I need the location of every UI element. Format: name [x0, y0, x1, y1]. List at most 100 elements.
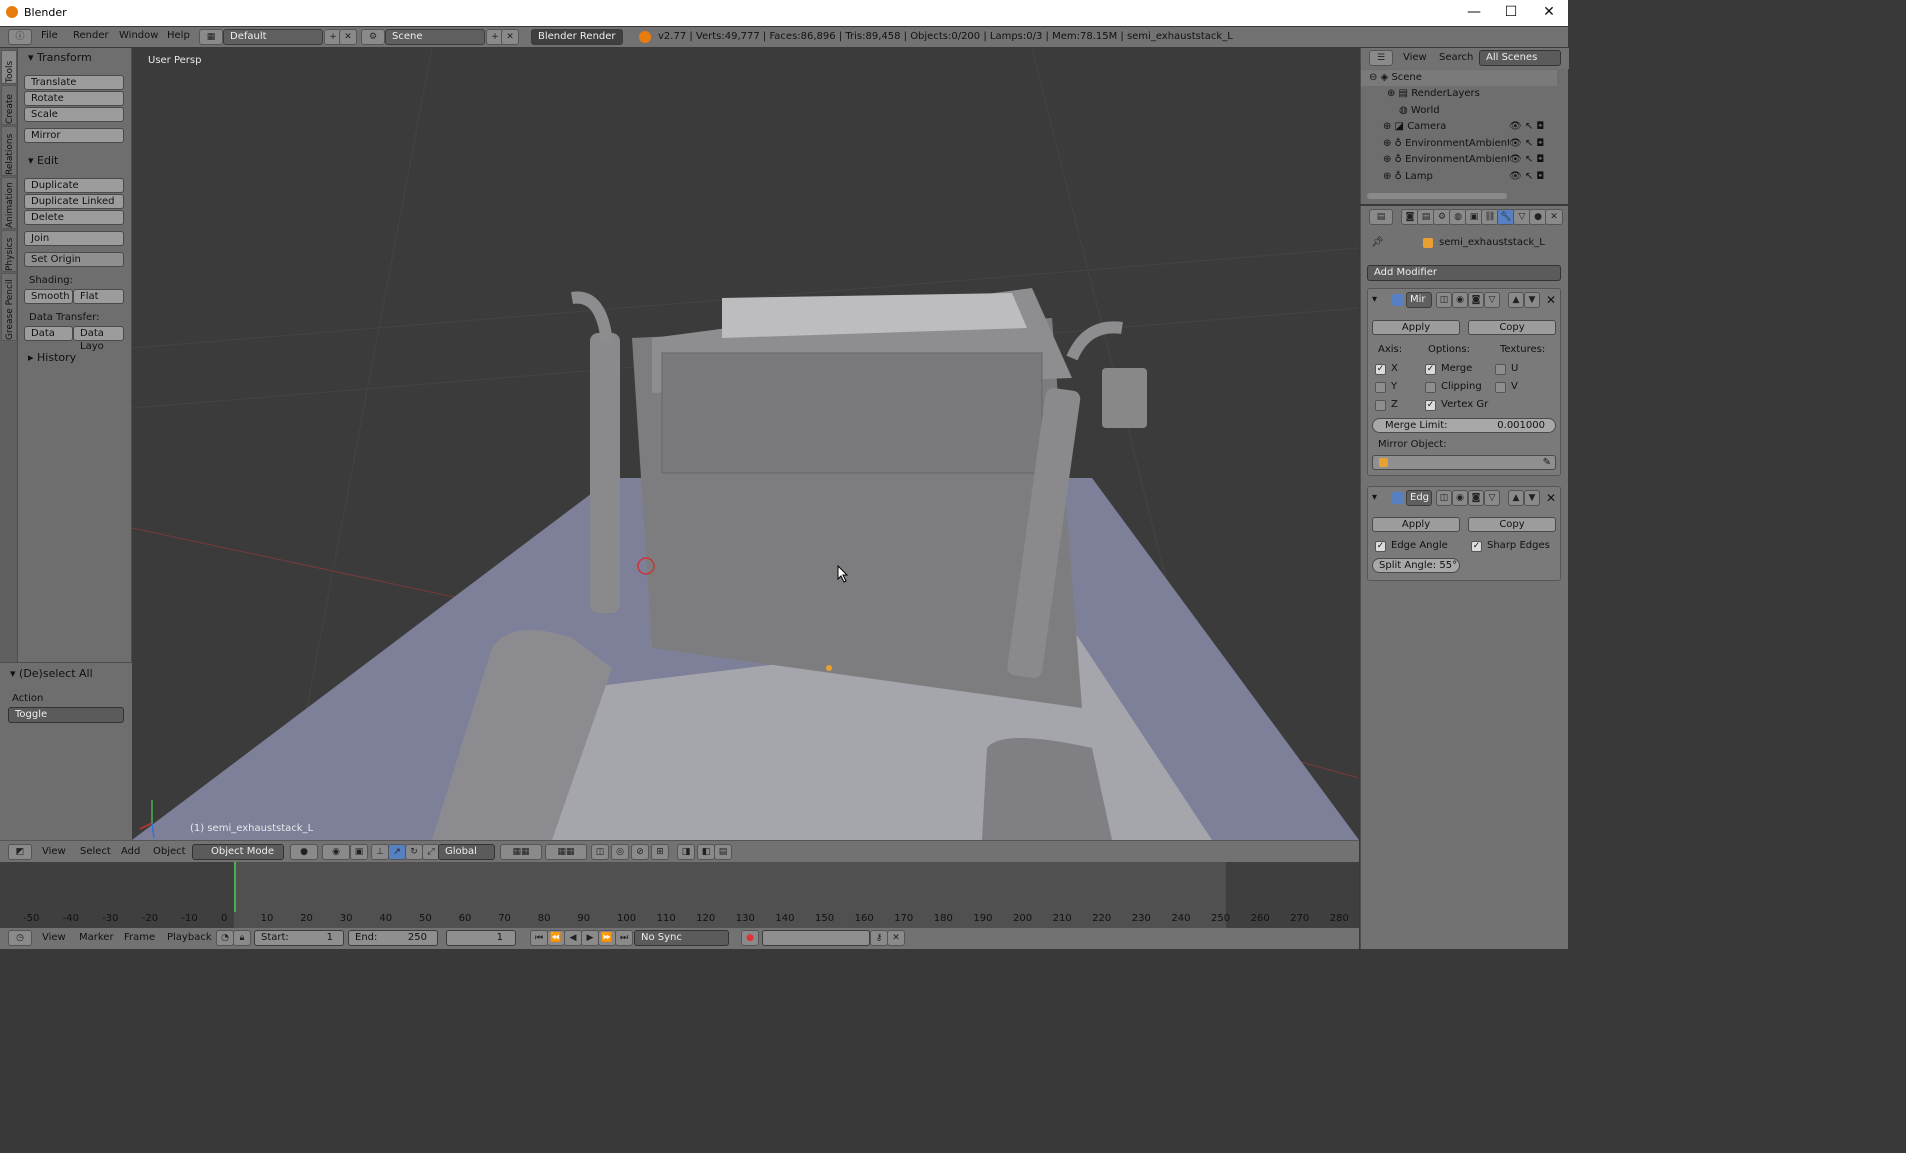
jump-keyframe-forward-icon[interactable]: ⏩ — [598, 930, 616, 946]
editor-type-outliner-icon[interactable]: ☰ — [1369, 50, 1393, 66]
timeline-menu-frame[interactable]: Frame — [124, 932, 155, 943]
delete-button[interactable]: Delete — [24, 210, 124, 225]
mirror-button[interactable]: Mirror — [24, 128, 124, 143]
merge-checkbox[interactable]: ✓ — [1425, 364, 1436, 375]
menu-add[interactable]: Add — [121, 846, 140, 857]
mirror-cage-icon[interactable]: ▽ — [1484, 292, 1500, 308]
edit-panel-header[interactable]: ▾ Edit — [28, 154, 58, 167]
action-select[interactable]: Toggle — [8, 707, 124, 723]
scale-button[interactable]: Scale — [24, 107, 124, 122]
data-transfer-data-button[interactable]: Data — [24, 326, 73, 341]
move-up-icon[interactable]: ▲ — [1508, 292, 1524, 308]
close-window-button[interactable]: ✕ — [1530, 0, 1568, 26]
transform-orientation-select[interactable]: Global — [438, 844, 495, 860]
remove-edge-split-icon[interactable]: ✕ — [1546, 491, 1556, 505]
start-frame-field[interactable]: Start: 1 — [254, 930, 344, 946]
lock-camera-icon[interactable]: ◫ — [591, 844, 609, 860]
editor-type-timeline-icon[interactable]: ◷ — [8, 930, 32, 946]
axis-z-checkbox[interactable] — [1375, 400, 1386, 411]
mirror-object-field[interactable]: ✎ — [1372, 455, 1556, 470]
snap-toggle-icon[interactable]: ⊘ — [631, 844, 649, 860]
edge-split-cage-icon[interactable]: ▽ — [1484, 490, 1500, 506]
menu-object[interactable]: Object — [153, 846, 186, 857]
current-frame-marker[interactable] — [234, 862, 236, 912]
layout-field[interactable]: Default — [223, 29, 323, 45]
insert-keyframe-icon[interactable]: ⚷ — [870, 930, 888, 946]
duplicate-linked-button[interactable]: Duplicate Linked — [24, 194, 124, 209]
edge-split-copy-button[interactable]: Copy — [1468, 517, 1556, 532]
menu-view[interactable]: View — [42, 846, 66, 857]
menu-file[interactable]: File — [41, 30, 58, 41]
rotate-button[interactable]: Rotate — [24, 91, 124, 106]
timeline-area[interactable] — [0, 862, 1359, 928]
menu-render[interactable]: Render — [73, 30, 109, 41]
editor-type-info-icon[interactable]: ⓘ — [8, 29, 32, 45]
limit-selection-icon[interactable]: ▣ — [350, 844, 368, 860]
outliner-filter-select[interactable]: All Scenes — [1479, 50, 1561, 66]
menu-help[interactable]: Help — [167, 30, 190, 41]
current-frame-field[interactable]: 1 — [446, 930, 516, 946]
timeline-menu-marker[interactable]: Marker — [79, 932, 114, 943]
mode-select[interactable]: Object Mode — [192, 844, 284, 860]
data-transfer-layout-button[interactable]: Data Layo — [73, 326, 124, 352]
eyedropper-icon[interactable]: ✎ — [1543, 456, 1551, 469]
tab-physics[interactable]: Physics — [1, 230, 17, 272]
physics-tab-icon[interactable]: ✕ — [1545, 209, 1563, 225]
tab-animation[interactable]: Animation — [1, 177, 17, 229]
play-reverse-icon[interactable]: ◀ — [564, 930, 582, 946]
menu-select[interactable]: Select — [80, 846, 111, 857]
outliner-item-camera[interactable]: ⊕ ◪ Camera 👁︎ ↖ ◘ — [1361, 119, 1557, 135]
lock-range-icon[interactable]: 🔒︎ — [233, 930, 251, 946]
edge-split-apply-button[interactable]: Apply — [1372, 517, 1460, 532]
play-icon[interactable]: ▶ — [581, 930, 599, 946]
pivot-point-icon[interactable]: ◉ — [322, 844, 350, 860]
mirror-editmode-icon[interactable]: ◫ — [1436, 292, 1452, 308]
edge-split-editmode-icon[interactable]: ◫ — [1436, 490, 1452, 506]
edge-angle-checkbox[interactable]: ✓ — [1375, 541, 1386, 552]
tab-tools[interactable]: Tools — [1, 50, 17, 84]
render-animation-icon[interactable]: ◧ — [697, 844, 715, 860]
texture-u-checkbox[interactable] — [1495, 364, 1506, 375]
mirror-apply-button[interactable]: Apply — [1372, 320, 1460, 335]
sync-mode-select[interactable]: No Sync — [634, 930, 729, 946]
editor-type-3d-icon[interactable]: ◩ — [8, 844, 32, 860]
outliner-item-lamp[interactable]: ⊕ ♁ Lamp 👁︎ ↖ ◘ — [1361, 169, 1557, 185]
clipping-checkbox[interactable] — [1425, 382, 1436, 393]
opengl-render-icon[interactable]: ◨ — [677, 844, 695, 860]
set-origin-select[interactable]: Set Origin — [24, 252, 124, 267]
split-angle-field[interactable]: Split Angle: 55° — [1372, 558, 1460, 573]
outliner-item-renderlayers[interactable]: ⊕ ▤ RenderLayers — [1361, 86, 1557, 102]
layers-a-icon[interactable]: ▦▦ — [500, 844, 542, 860]
manipulator-toggle-icon[interactable]: ⊥ — [371, 844, 389, 860]
flat-button[interactable]: Flat — [73, 289, 124, 304]
record-icon[interactable]: ● — [741, 930, 759, 946]
scene-field[interactable]: Scene — [385, 29, 485, 45]
jump-end-icon[interactable]: ⏭ — [615, 930, 633, 946]
edge-split-render-icon[interactable]: ◙ — [1468, 490, 1484, 506]
outliner-menu-search[interactable]: Search — [1439, 52, 1473, 63]
axis-x-checkbox[interactable]: ✓ — [1375, 364, 1386, 375]
remove-scene-icon[interactable]: ✕ — [501, 29, 519, 45]
sharp-edges-checkbox[interactable]: ✓ — [1471, 541, 1482, 552]
edge-split-viewport-icon[interactable]: ◉ — [1452, 490, 1468, 506]
outliner-item-world[interactable]: ◍ World — [1361, 103, 1557, 119]
collapse-mirror-icon[interactable]: ▾ — [1372, 294, 1377, 305]
keying-set-field[interactable] — [762, 930, 870, 946]
operator-panel-header[interactable]: ▾ (De)select All — [10, 667, 93, 680]
editor-type-properties-icon[interactable]: ▤ — [1369, 209, 1393, 225]
scene-browse-icon[interactable]: ⚙ — [361, 29, 385, 45]
mirror-render-icon[interactable]: ◙ — [1468, 292, 1484, 308]
end-frame-field[interactable]: End: 250 — [348, 930, 438, 946]
collapse-edge-split-icon[interactable]: ▾ — [1372, 492, 1377, 503]
join-button[interactable]: Join — [24, 231, 124, 246]
translate-manipulator-icon[interactable]: ↗ — [388, 844, 406, 860]
tab-relations[interactable]: Relations — [1, 126, 17, 176]
layers-b-icon[interactable]: ▦▦ — [545, 844, 587, 860]
timeline-menu-view[interactable]: View — [42, 932, 66, 943]
minimize-button[interactable]: — — [1455, 0, 1493, 26]
merge-limit-field[interactable]: Merge Limit: 0.001000 — [1372, 418, 1556, 433]
tab-grease-pencil[interactable]: Grease Pencil — [1, 273, 17, 341]
preview-range-icon[interactable]: ◔ — [216, 930, 234, 946]
pin-icon[interactable]: 📌︎ — [1371, 237, 1384, 248]
snap-element-icon[interactable]: ⊞ — [651, 844, 669, 860]
